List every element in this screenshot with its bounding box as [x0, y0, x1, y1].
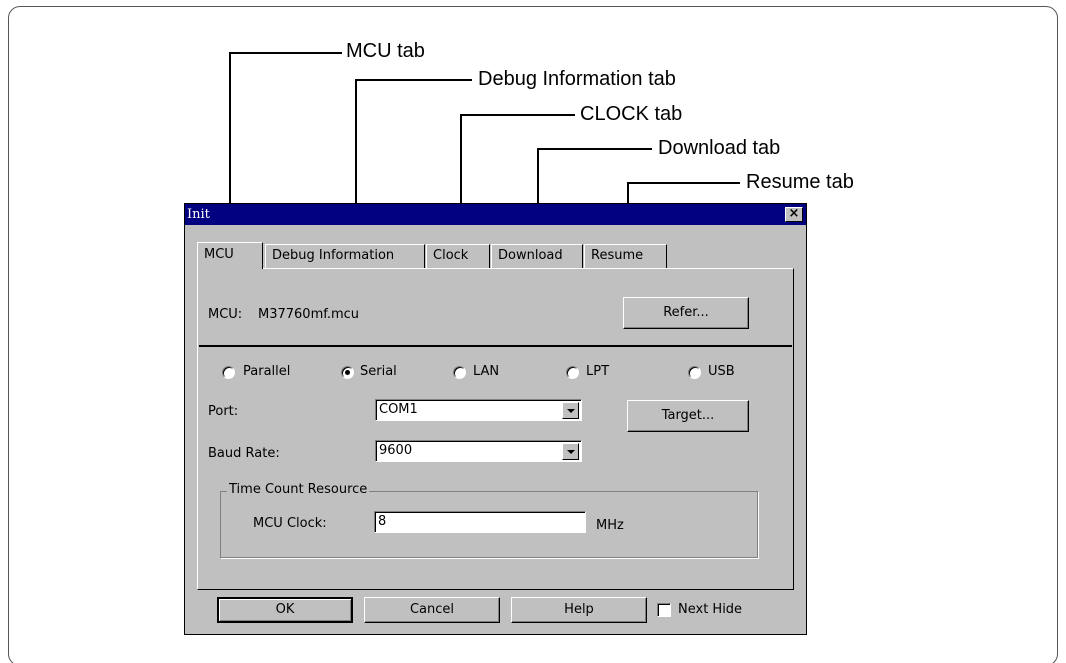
time-count-resource-group: Time Count Resource MCU Clock: 8 MHz: [220, 482, 758, 558]
port-select[interactable]: COM1: [375, 399, 582, 421]
separator: [199, 345, 792, 347]
target-button[interactable]: Target...: [627, 400, 749, 432]
tab-resume-label: Resume: [591, 248, 644, 263]
tab-download[interactable]: Download: [491, 244, 583, 268]
refer-button-label: Refer...: [663, 305, 709, 320]
port-select-value: COM1: [379, 402, 418, 417]
baud-rate-select[interactable]: 9600: [375, 440, 582, 462]
mcu-file-value: M37760mf.mcu: [258, 307, 360, 322]
tab-mcu[interactable]: MCU: [197, 242, 263, 269]
port-label: Port:: [208, 404, 239, 419]
baud-rate-select-value: 9600: [379, 443, 413, 458]
cancel-button[interactable]: Cancel: [364, 597, 500, 623]
tab-mcu-label: MCU: [204, 247, 234, 262]
init-dialog: Init × MCU Debug Information Clock Downl…: [184, 203, 807, 635]
tab-debug-information-label: Debug Information: [272, 248, 395, 263]
refer-button[interactable]: Refer...: [623, 297, 749, 329]
tab-clock-label: Clock: [433, 248, 469, 263]
callout-line-mcu-h: [229, 52, 342, 54]
radio-parallel[interactable]: [222, 366, 235, 379]
radio-lpt[interactable]: [566, 366, 579, 379]
radio-lan[interactable]: [453, 366, 466, 379]
next-hide-checkbox[interactable]: [657, 603, 671, 617]
radio-usb[interactable]: [688, 366, 701, 379]
ok-button[interactable]: OK: [217, 597, 353, 623]
dialog-title: Init: [187, 207, 210, 222]
callout-debug-tab: Debug Information tab: [478, 68, 676, 90]
mcu-clock-input[interactable]: 8: [374, 511, 586, 533]
radio-serial-label: Serial: [360, 364, 397, 379]
close-icon[interactable]: ×: [785, 207, 803, 222]
next-hide-label: Next Hide: [678, 602, 743, 617]
tab-clock[interactable]: Clock: [426, 244, 490, 268]
radio-lpt-label: LPT: [586, 364, 610, 379]
dialog-titlebar: Init ×: [185, 204, 806, 225]
group-title: Time Count Resource: [227, 482, 370, 497]
radio-serial[interactable]: [341, 366, 354, 379]
target-button-label: Target...: [661, 408, 715, 423]
tab-download-label: Download: [498, 248, 563, 263]
radio-parallel-label: Parallel: [243, 364, 291, 379]
baud-rate-label: Baud Rate:: [208, 446, 280, 461]
tab-panel: MCU: M37760mf.mcu Refer... Parallel Seri…: [197, 268, 794, 590]
help-button-label: Help: [564, 602, 594, 617]
callout-resume-tab: Resume tab: [746, 171, 854, 193]
mcu-clock-value: 8: [378, 514, 387, 529]
tab-debug-information[interactable]: Debug Information: [265, 244, 425, 268]
callout-line-resume-h: [627, 182, 740, 184]
help-button[interactable]: Help: [511, 597, 647, 623]
cancel-button-label: Cancel: [409, 602, 455, 617]
tab-resume[interactable]: Resume: [584, 244, 667, 268]
mcu-clock-label: MCU Clock:: [253, 516, 327, 531]
mcu-label: MCU:: [208, 307, 243, 322]
callout-download-tab: Download tab: [658, 137, 781, 159]
callout-mcu-tab: MCU tab: [346, 40, 425, 62]
radio-lan-label: LAN: [473, 364, 500, 379]
radio-selected-dot: [345, 370, 350, 375]
ok-button-label: OK: [275, 602, 295, 617]
callout-clock-tab: CLOCK tab: [580, 103, 683, 125]
callout-line-debug-h: [355, 79, 472, 81]
callout-line-download-h: [537, 148, 652, 150]
radio-usb-label: USB: [708, 364, 735, 379]
chevron-down-icon[interactable]: [562, 443, 579, 460]
mcu-clock-unit: MHz: [596, 518, 624, 533]
chevron-down-icon[interactable]: [562, 402, 579, 419]
callout-line-clock-h: [460, 114, 575, 116]
